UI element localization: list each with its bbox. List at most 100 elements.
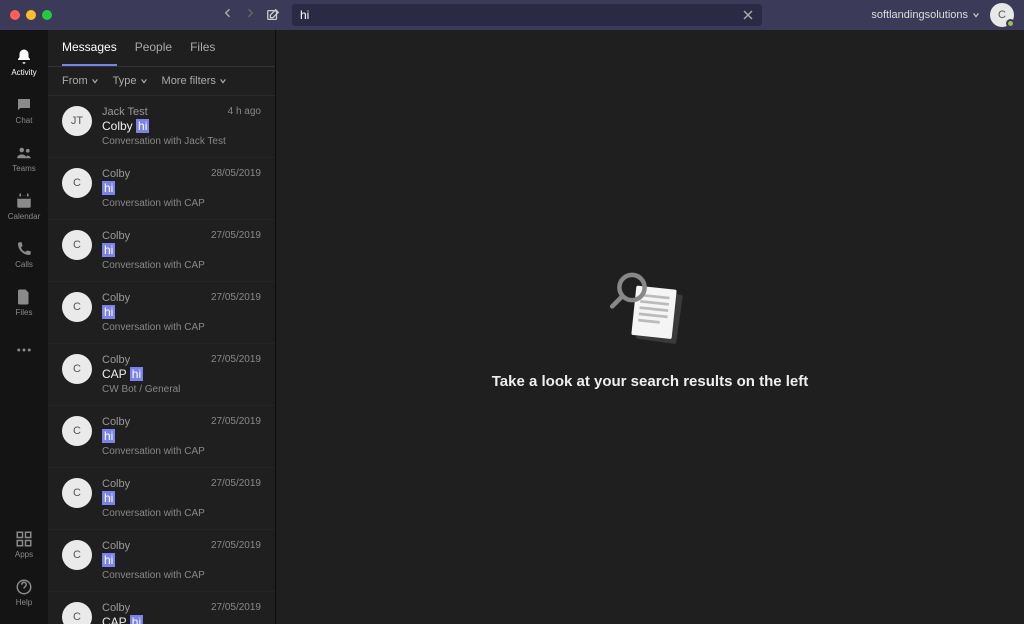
search-result-item[interactable]: C Colby 27/05/2019hi Conversation with CAP: [48, 468, 275, 530]
rail-label: Apps: [15, 550, 33, 559]
result-sender: Colby: [102, 602, 130, 614]
result-time: 27/05/2019: [211, 540, 261, 552]
result-sender: Colby: [102, 292, 130, 304]
filter-from[interactable]: From: [62, 75, 99, 87]
rail-activity[interactable]: Activity: [0, 38, 48, 86]
app-rail: Activity Chat Teams Calendar Calls Files: [0, 30, 48, 624]
search-result-item[interactable]: CColby27/05/2019hiConversation with CAP: [48, 220, 275, 282]
compose-button[interactable]: [266, 8, 280, 22]
result-subtitle: Conversation with Jack Test: [102, 136, 261, 147]
result-avatar: C: [62, 292, 92, 322]
result-subtitle: Conversation with CAP: [102, 322, 261, 333]
result-avatar: C: [62, 478, 92, 508]
search-result-item[interactable]: CColby27/05/2019hiConversation with CAP: [48, 406, 275, 468]
result-time: 27/05/2019: [211, 354, 261, 366]
chat-icon: [15, 96, 33, 114]
search-result-item[interactable]: C Colby 27/05/2019hi Conversation with CAP: [48, 530, 275, 592]
result-subtitle: Conversation with CAP: [102, 570, 261, 581]
result-snippet: hi: [102, 553, 261, 567]
titlebar: softlandingsolutions C: [0, 0, 1024, 30]
tenant-switcher[interactable]: softlandingsolutions: [871, 9, 980, 21]
result-sender: Colby: [102, 540, 130, 552]
result-subtitle: Conversation with CAP: [102, 198, 261, 209]
file-icon: [15, 288, 33, 306]
rail-label: Teams: [12, 164, 36, 173]
rail-more[interactable]: [0, 326, 48, 374]
rail-label: Help: [16, 598, 32, 607]
result-time: 27/05/2019: [211, 292, 261, 304]
filter-type[interactable]: Type: [113, 75, 148, 87]
minimize-window-button[interactable]: [26, 10, 36, 20]
user-avatar[interactable]: C: [990, 3, 1014, 27]
avatar-initial: C: [998, 9, 1006, 21]
result-subtitle: Conversation with CAP: [102, 508, 261, 519]
result-time: 27/05/2019: [211, 230, 261, 242]
result-sender: Colby: [102, 168, 130, 180]
result-avatar: C: [62, 602, 92, 624]
search-tabs: Messages People Files: [48, 30, 275, 67]
result-snippet: hi: [102, 491, 261, 505]
search-result-item[interactable]: JT Jack Test 4 h agoColby hi Conversation w…: [48, 96, 275, 158]
rail-chat[interactable]: Chat: [0, 86, 48, 134]
maximize-window-button[interactable]: [42, 10, 52, 20]
rail-apps[interactable]: Apps: [0, 520, 48, 568]
result-sender: Jack Test: [102, 106, 148, 118]
rail-label: Files: [16, 308, 33, 317]
phone-icon: [15, 240, 33, 258]
result-sender: Colby: [102, 230, 130, 242]
result-time: 27/05/2019: [211, 478, 261, 490]
tab-messages[interactable]: Messages: [62, 40, 117, 66]
rail-files[interactable]: Files: [0, 278, 48, 326]
tenant-name: softlandingsolutions: [871, 9, 968, 21]
result-snippet: hi: [102, 305, 261, 319]
apps-icon: [15, 530, 33, 548]
search-filters: From Type More filters: [48, 67, 275, 96]
search-result-item[interactable]: C Colby 27/05/2019hi Conversation with CAP: [48, 282, 275, 344]
result-avatar: JT: [62, 106, 92, 136]
result-time: 28/05/2019: [211, 168, 261, 180]
back-button[interactable]: [222, 6, 234, 24]
result-subtitle: CW Bot / General: [102, 384, 261, 395]
search-box[interactable]: [292, 4, 762, 26]
search-result-item[interactable]: CColby27/05/2019CAP hiCW Bot / General: [48, 344, 275, 406]
empty-state-message: Take a look at your search results on th…: [492, 373, 809, 390]
result-avatar: C: [62, 540, 92, 570]
result-time: 4 h ago: [228, 106, 261, 118]
clear-search-button[interactable]: [740, 7, 756, 23]
result-snippet: hi: [102, 429, 261, 443]
rail-calendar[interactable]: Calendar: [0, 182, 48, 230]
result-sender: Colby: [102, 478, 130, 490]
result-snippet: CAP hi: [102, 367, 261, 381]
rail-label: Activity: [11, 68, 36, 77]
result-time: 27/05/2019: [211, 416, 261, 428]
forward-button[interactable]: [244, 6, 256, 24]
rail-label: Calendar: [8, 212, 40, 221]
search-input[interactable]: [300, 8, 754, 22]
result-sender: Colby: [102, 354, 130, 366]
tab-people[interactable]: People: [135, 40, 172, 66]
rail-label: Chat: [16, 116, 33, 125]
empty-illustration: [605, 265, 695, 355]
tab-files[interactable]: Files: [190, 40, 215, 66]
search-result-item[interactable]: C Colby 28/05/2019hi Conversation with CAP: [48, 158, 275, 220]
result-avatar: C: [62, 416, 92, 446]
result-snippet: Colby hi: [102, 119, 261, 133]
filter-more[interactable]: More filters: [162, 75, 227, 87]
result-snippet: hi: [102, 181, 261, 195]
window-controls: [10, 10, 52, 20]
close-window-button[interactable]: [10, 10, 20, 20]
result-subtitle: Conversation with CAP: [102, 260, 261, 271]
rail-teams[interactable]: Teams: [0, 134, 48, 182]
search-result-item[interactable]: CColby27/05/2019CAP hiCW Bot / General: [48, 592, 275, 624]
result-snippet: hi: [102, 243, 261, 257]
result-snippet: CAP hi: [102, 615, 261, 624]
search-results-list[interactable]: JTJack Test4 h agoColby hiConversation w…: [48, 96, 275, 624]
calendar-icon: [15, 192, 33, 210]
result-avatar: C: [62, 168, 92, 198]
chevron-down-icon: [140, 77, 148, 85]
teams-icon: [15, 144, 33, 162]
content-area: Take a look at your search results on th…: [276, 30, 1024, 624]
rail-calls[interactable]: Calls: [0, 230, 48, 278]
result-time: 27/05/2019: [211, 602, 261, 614]
rail-help[interactable]: Help: [0, 568, 48, 616]
